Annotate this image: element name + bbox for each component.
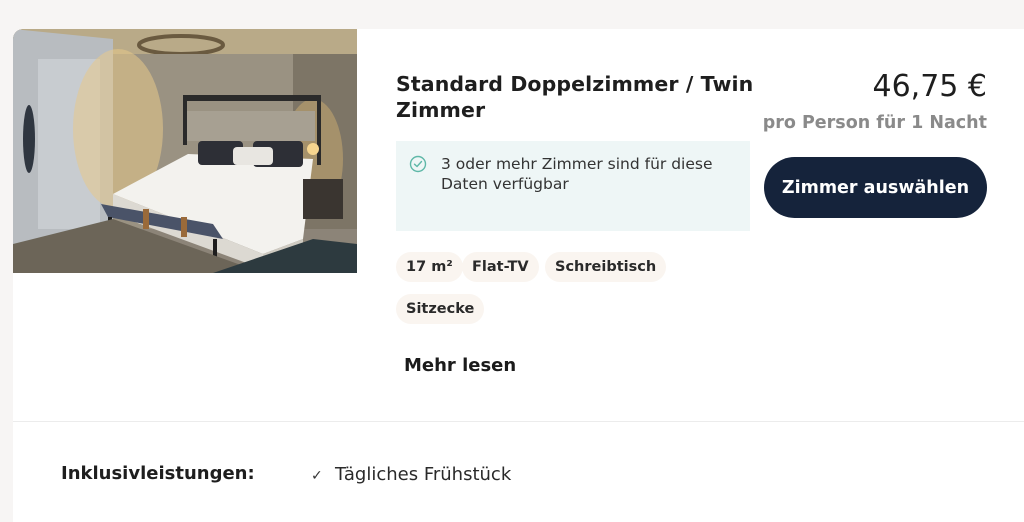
room-price: 46,75 € bbox=[872, 69, 987, 104]
room-photo-illustration bbox=[13, 29, 357, 273]
availability-notice: 3 oder mehr Zimmer sind für diese Daten … bbox=[396, 141, 750, 231]
feature-tag-size: 17 m² bbox=[396, 252, 463, 282]
inclusions-label: Inklusivleistungen: bbox=[61, 463, 255, 484]
inclusions-list: ✓ Tägliches Frühstück bbox=[311, 463, 511, 488]
room-photo[interactable] bbox=[13, 29, 357, 273]
feature-tag-desk: Schreibtisch bbox=[545, 252, 667, 282]
feature-tag-tv: Flat-TV bbox=[462, 252, 539, 282]
room-title: Standard Doppelzimmer / Twin Zimmer bbox=[396, 72, 754, 122]
availability-text: 3 oder mehr Zimmer sind für diese Daten … bbox=[441, 155, 713, 193]
read-more-link[interactable]: Mehr lesen bbox=[404, 355, 516, 376]
inclusion-item: ✓ Tägliches Frühstück bbox=[311, 463, 511, 488]
checkmark-icon: ✓ bbox=[311, 468, 323, 484]
section-divider bbox=[13, 421, 1024, 422]
price-note: pro Person für 1 Nacht bbox=[762, 113, 987, 133]
check-circle-icon bbox=[409, 155, 427, 173]
inclusion-item-label: Tägliches Frühstück bbox=[335, 464, 512, 485]
select-room-button[interactable]: Zimmer auswählen bbox=[764, 157, 987, 218]
feature-tag-seating: Sitzecke bbox=[396, 294, 485, 324]
room-card: Standard Doppelzimmer / Twin Zimmer 46,7… bbox=[13, 29, 1024, 522]
